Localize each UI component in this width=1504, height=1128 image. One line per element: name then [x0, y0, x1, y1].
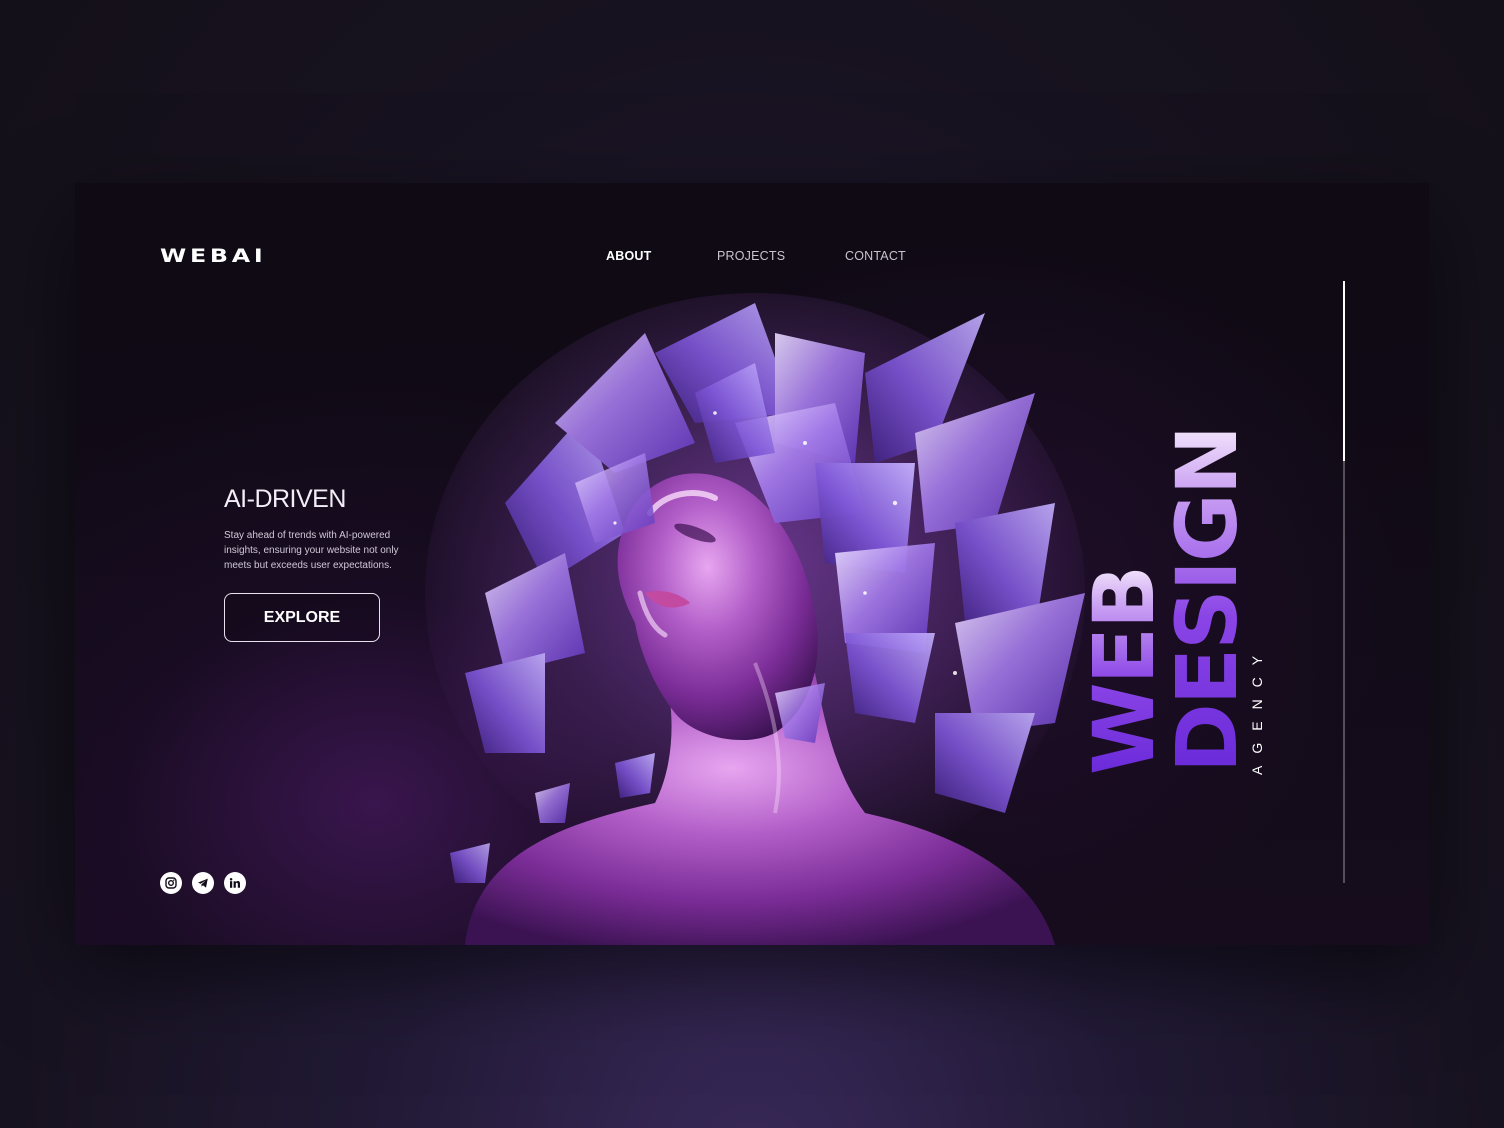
linkedin-icon[interactable] [224, 872, 246, 894]
hero-subtitle: AI-DRIVEN [224, 485, 346, 513]
hero-description: Stay ahead of trends with AI-powered ins… [224, 530, 399, 571]
headline-design: DESIGN [1158, 426, 1256, 773]
instagram-icon[interactable] [160, 872, 182, 894]
explore-button[interactable]: EXPLORE [224, 593, 380, 642]
vertical-scroll-indicator[interactable] [1343, 281, 1345, 883]
landing-page: WEBAI ABOUT PROJECTS CONTACT AI-DRIVEN S… [75, 183, 1429, 945]
nav-item-projects[interactable]: PROJECTS [717, 249, 785, 263]
social-links [160, 872, 246, 894]
telegram-icon[interactable] [192, 872, 214, 894]
hero-crystal-figure-image [425, 293, 1085, 945]
nav-item-about[interactable]: ABOUT [606, 249, 651, 263]
nav-item-contact[interactable]: CONTACT [845, 249, 906, 263]
headline-agency: AGENCY [1249, 643, 1265, 775]
headline-web: WEB [1075, 566, 1173, 775]
scroll-indicator-thumb[interactable] [1343, 281, 1345, 461]
main-nav: ABOUT PROJECTS CONTACT [75, 249, 1429, 269]
